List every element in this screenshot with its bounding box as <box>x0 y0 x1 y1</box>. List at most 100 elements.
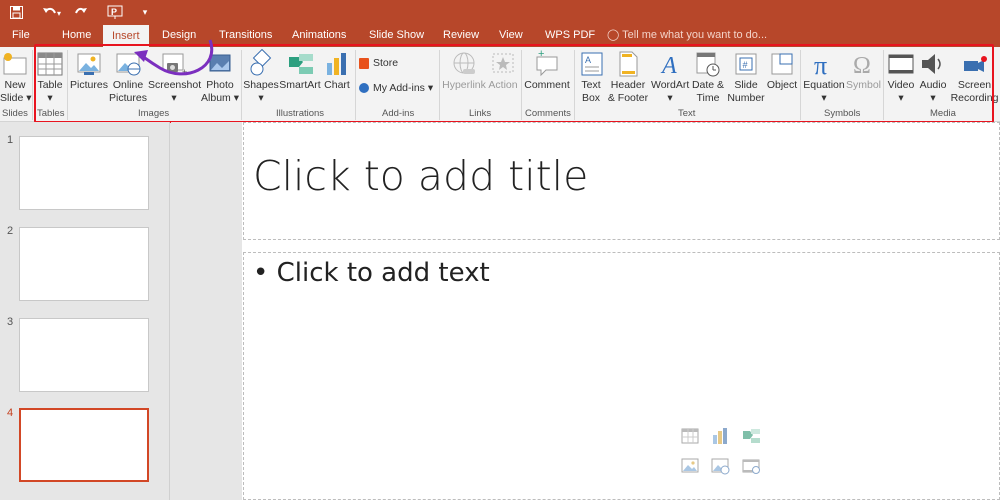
omega-icon: Ω <box>853 53 871 79</box>
audio-label: Audio <box>919 79 947 91</box>
redo-icon[interactable] <box>72 3 90 21</box>
tab-animations[interactable]: Animations <box>292 24 346 47</box>
group-divider <box>67 50 68 120</box>
shapes-button[interactable]: Shapes ▾ <box>243 49 279 111</box>
wordart-label: WordArt <box>651 79 690 91</box>
svg-text:Ω: Ω <box>853 53 871 79</box>
equation-button[interactable]: π Equation ▾ <box>802 49 846 111</box>
table-button[interactable]: Table ▾ <box>35 49 65 111</box>
pictures-button[interactable]: Pictures <box>70 49 108 111</box>
group-label-comments: Comments <box>525 108 571 119</box>
chart-label: Chart <box>324 79 350 91</box>
action-label: Action <box>488 79 518 91</box>
group-divider <box>241 50 242 120</box>
chart-button[interactable]: Chart <box>321 49 353 111</box>
pictures-label: Pictures <box>70 79 108 91</box>
screenshot-dropdown-arrow: ▾ <box>171 92 177 104</box>
svg-text:P: P <box>111 7 117 17</box>
wordart-button[interactable]: A WordArt ▾ <box>651 49 689 111</box>
insert-chart-icon[interactable] <box>710 426 730 446</box>
tell-me-text: Tell me what you want to do... <box>622 29 768 41</box>
shapes-label: Shapes <box>243 79 279 91</box>
insert-smartart-icon[interactable] <box>741 426 761 446</box>
screen-recording-button[interactable]: Screen Recording <box>949 49 1000 111</box>
slide-thumbnail-2[interactable] <box>19 227 149 301</box>
photo-album-label-2: Album ▾ <box>201 92 239 104</box>
slide-number: 4 <box>7 407 14 419</box>
smartart-icon <box>289 54 313 74</box>
group-divider <box>883 50 884 120</box>
action-button[interactable]: Action <box>487 49 519 111</box>
equation-label: Equation <box>803 79 845 91</box>
group-divider <box>574 50 575 120</box>
tab-slide-show[interactable]: Slide Show <box>369 24 424 47</box>
slide-thumbnail-4[interactable] <box>19 408 149 482</box>
slide-number: 3 <box>7 316 14 328</box>
customize-toolbar-icon[interactable]: ▾ <box>140 3 150 21</box>
shapes-icon <box>250 49 272 76</box>
group-divider <box>355 50 356 120</box>
slide-thumbnail-1[interactable] <box>19 136 149 210</box>
store-label: Store <box>373 57 399 69</box>
date-time-label-2: Time <box>696 92 720 104</box>
speaker-icon <box>922 54 941 74</box>
insert-table-icon[interactable] <box>680 426 700 446</box>
table-dropdown-arrow: ▾ <box>47 92 53 104</box>
object-icon <box>771 53 793 75</box>
text-box-label-2: Box <box>581 92 601 104</box>
svg-text:π: π <box>814 51 827 79</box>
hyperlink-button[interactable]: Hyperlink <box>441 49 487 111</box>
group-divider <box>32 50 33 120</box>
group-label-symbols: Symbols <box>824 108 861 119</box>
tell-me-box[interactable]: ◯ Tell me what you want to do... <box>607 24 767 47</box>
comment-label: Comment <box>524 79 570 91</box>
new-slide-icon <box>3 53 27 75</box>
slide-number: 2 <box>7 225 14 237</box>
audio-dropdown-arrow: ▾ <box>930 92 936 104</box>
my-addins-button[interactable]: My Add-ins ▾ <box>359 82 433 94</box>
slide-number-button[interactable]: # Slide Number <box>727 49 765 111</box>
equation-icon: π <box>814 51 827 79</box>
undo-icon[interactable]: ▾ <box>40 3 64 21</box>
date-time-button[interactable]: Date & Time <box>689 49 727 111</box>
text-box-label: Text <box>581 79 601 91</box>
tab-review[interactable]: Review <box>443 24 479 47</box>
svg-text:A: A <box>660 53 677 79</box>
object-button[interactable]: Object <box>765 49 799 111</box>
hyperlink-icon <box>453 52 475 74</box>
tab-file[interactable]: File <box>12 24 30 47</box>
my-addins-label: My Add-ins ▾ <box>373 82 434 94</box>
insert-video-icon[interactable] <box>741 456 761 476</box>
slide-number: 1 <box>7 134 14 146</box>
text-box-button[interactable]: A Text Box <box>577 49 605 111</box>
comment-button[interactable]: + Comment <box>522 49 572 111</box>
date-time-icon <box>696 52 720 77</box>
date-time-label: Date & <box>691 79 725 91</box>
video-button[interactable]: Video ▾ <box>885 49 917 111</box>
group-label-illustrations: Illustrations <box>276 108 325 119</box>
smartart-button[interactable]: SmartArt <box>279 49 321 111</box>
new-slide-button[interactable]: New Slide ▾ <box>0 49 32 111</box>
table-label: Table <box>37 79 63 91</box>
store-button[interactable]: Store <box>359 57 398 69</box>
start-from-beginning-icon[interactable]: P <box>106 3 124 21</box>
header-footer-button[interactable]: Header & Footer <box>605 49 651 111</box>
save-icon[interactable] <box>8 3 24 21</box>
symbol-button[interactable]: Ω Symbol <box>846 49 881 111</box>
screen-recording-label: Screen <box>957 79 992 91</box>
svg-text:▾: ▾ <box>57 9 61 18</box>
group-label-addins: Add-ins <box>382 108 415 119</box>
slide-thumbnail-3[interactable] <box>19 318 149 392</box>
group-label-media: Media <box>930 108 956 119</box>
tab-home[interactable]: Home <box>62 24 91 47</box>
tab-view[interactable]: View <box>499 24 523 47</box>
content-placeholder[interactable] <box>243 252 1000 500</box>
insert-online-picture-icon[interactable] <box>710 456 730 476</box>
tab-wps-pdf[interactable]: WPS PDF <box>545 24 595 47</box>
insert-picture-icon[interactable] <box>680 456 700 476</box>
group-divider <box>800 50 801 120</box>
new-slide-label-2: Slide ▾ <box>0 92 32 104</box>
chart-icon <box>327 53 346 75</box>
audio-button[interactable]: Audio ▾ <box>917 49 949 111</box>
group-label-slides: Slides <box>2 108 28 119</box>
